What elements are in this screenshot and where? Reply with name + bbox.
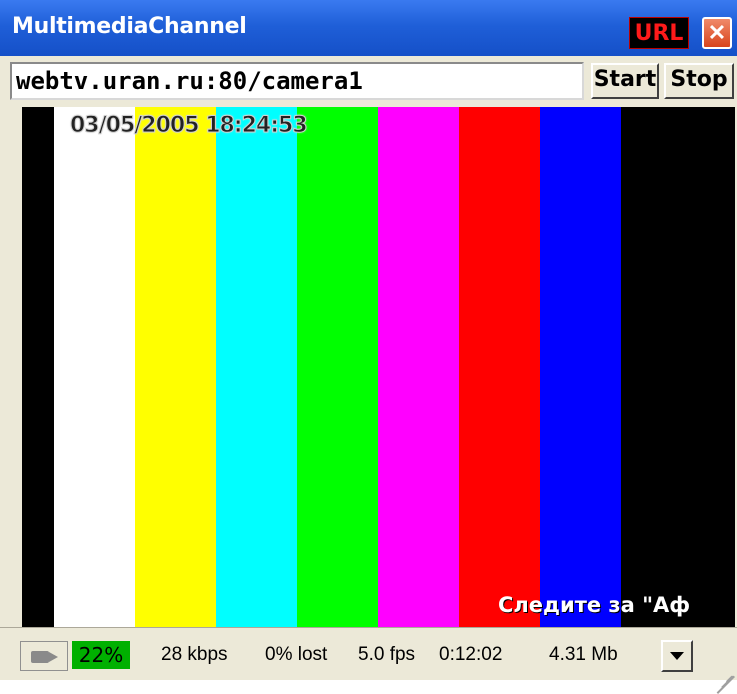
color-bar-black [621, 107, 735, 627]
multimedia-channel-window: MultimediaChannel URL ✕ webtv.uran.ru:80… [0, 0, 737, 694]
color-bar-blue [540, 107, 621, 627]
url-button[interactable]: URL [629, 17, 689, 49]
video-camera-icon [31, 651, 49, 663]
status-bar: 22% 28 kbps 0% lost 5.0 fps 0:12:02 4.31… [0, 627, 737, 694]
camera-button[interactable] [20, 641, 68, 671]
close-button[interactable]: ✕ [702, 17, 732, 49]
title-bar[interactable]: MultimediaChannel URL ✕ [0, 0, 737, 56]
video-timestamp: 03/05/2005 18:24:53 [70, 113, 309, 139]
address-bar: webtv.uran.ru:80/camera1 Start Stop [0, 56, 737, 106]
dropdown-button[interactable] [661, 640, 693, 672]
stop-button[interactable]: Stop [664, 63, 734, 99]
color-bar-green [297, 107, 378, 627]
color-bar-cyan [216, 107, 297, 627]
start-button[interactable]: Start [591, 63, 659, 99]
fps-readout: 5.0 fps [358, 644, 416, 665]
video-display: 03/05/2005 18:24:53 Следите за "Аф [22, 107, 735, 627]
resize-grip-icon[interactable] [707, 655, 735, 694]
close-icon: ✕ [707, 20, 727, 45]
bitrate-readout: 28 kbps [161, 644, 228, 665]
duration-readout: 0:12:02 [439, 644, 503, 665]
video-caption: Следите за "Аф [498, 593, 691, 617]
chevron-down-icon [670, 652, 684, 660]
color-bar-magenta [378, 107, 459, 627]
level-indicator: 22% [72, 641, 130, 669]
window-title: MultimediaChannel [12, 14, 247, 39]
color-bar-yellow [135, 107, 216, 627]
color-bar-red [459, 107, 540, 627]
url-input[interactable]: webtv.uran.ru:80/camera1 [10, 62, 584, 100]
color-bar-white [54, 107, 135, 627]
camera-lens-icon [49, 652, 58, 662]
lost-readout: 0% lost [265, 644, 328, 665]
size-readout: 4.31 Mb [549, 644, 618, 665]
